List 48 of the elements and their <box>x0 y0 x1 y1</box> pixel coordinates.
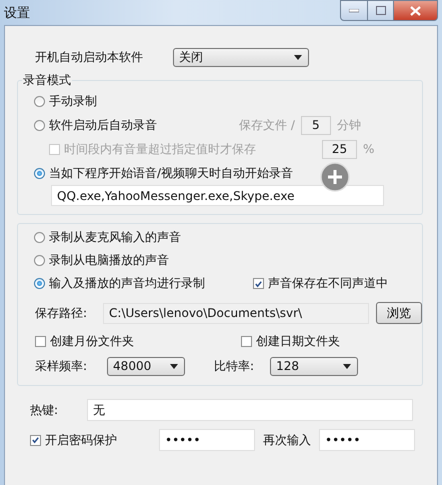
field-label: 采样频率: <box>35 358 88 374</box>
bitrate-dropdown[interactable]: 128 <box>270 356 358 376</box>
sample-rate-dropdown[interactable]: 48000 <box>107 356 186 376</box>
field-label: 开机自动启动本软件 <box>35 49 143 66</box>
radio-button[interactable] <box>34 255 45 266</box>
field-label: 比特率: <box>214 358 254 374</box>
add-icon[interactable] <box>320 162 350 192</box>
dropdown-arrow-icon <box>294 55 302 60</box>
radio-button[interactable] <box>34 120 45 130</box>
hotkey-field[interactable]: 无 <box>87 399 414 421</box>
checkbox-option[interactable]: 创建月份文件夹 <box>35 332 134 350</box>
close-icon <box>410 6 421 16</box>
radio-button[interactable] <box>34 96 45 106</box>
radio-option[interactable]: 当如下程序开始语音/视频聊天时自动开始录音 <box>34 164 294 182</box>
radio-button[interactable] <box>34 232 45 243</box>
unit-label: 分钟 <box>336 116 361 134</box>
checkbox-option[interactable]: 声音保存在不同声道中 <box>253 275 388 292</box>
dropdown-arrow-icon <box>343 364 352 368</box>
radio-option[interactable]: 软件启动后自动录音 <box>34 116 157 134</box>
browse-button[interactable]: 浏览 <box>376 302 422 324</box>
minimize-icon <box>349 8 359 12</box>
field-label: 保存路径: <box>35 304 88 322</box>
checkbox-option[interactable]: 开启密码保护 <box>30 432 117 448</box>
field-label: 热键: <box>30 402 58 418</box>
radio-option[interactable]: 手动录制 <box>34 92 97 110</box>
checkbox-option[interactable]: 创建日期文件夹 <box>241 332 340 350</box>
save-path-field[interactable]: C:\Users\lenovo\Documents\svr\ <box>103 302 370 324</box>
field-label: 再次输入 <box>263 432 311 448</box>
group-title: 录音模式 <box>22 72 72 89</box>
radio-option[interactable]: 输入及播放的声音均进行录制 <box>34 275 205 292</box>
radio-button[interactable] <box>34 278 45 289</box>
password-confirm-field[interactable]: ••••• <box>319 429 415 451</box>
programs-field[interactable]: QQ.exe,YahooMessenger.exe,Skype.exe <box>51 185 384 206</box>
minimize-button[interactable] <box>340 0 368 21</box>
close-button[interactable] <box>394 0 438 21</box>
window-title: 设置 <box>4 4 30 22</box>
radio-option[interactable]: 录制从电脑播放的声音 <box>34 252 169 269</box>
maximize-button[interactable] <box>368 0 394 21</box>
checkmark-icon <box>254 278 263 288</box>
radio-option[interactable]: 录制从麦克风输入的声音 <box>34 229 181 246</box>
radio-button[interactable] <box>34 168 45 178</box>
unit-label: % <box>363 142 374 156</box>
checkmark-icon <box>31 435 40 445</box>
field-label: 保存文件 / <box>239 116 295 134</box>
dropdown-arrow-icon <box>170 364 178 368</box>
maximize-icon <box>376 6 386 15</box>
password-field[interactable]: ••••• <box>159 429 255 451</box>
startup-dropdown[interactable]: 关闭 <box>173 48 309 67</box>
